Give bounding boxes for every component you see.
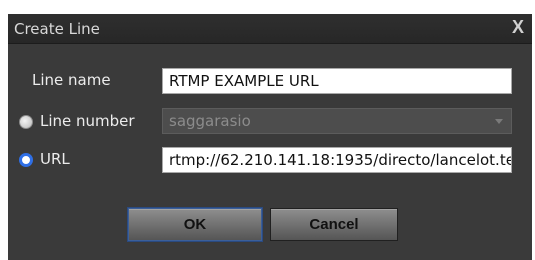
line-name-input[interactable]: RTMP EXAMPLE URL	[162, 68, 512, 94]
dialog-title: Create Line	[14, 20, 100, 38]
line-number-radio[interactable]	[19, 115, 33, 129]
dialog-titlebar[interactable]: Create Line X	[8, 14, 532, 44]
line-number-value: saggarasio	[169, 112, 251, 130]
line-name-label: Line name	[32, 71, 111, 89]
line-number-label: Line number	[40, 112, 135, 130]
line-number-dropdown: saggarasio	[162, 108, 512, 134]
create-line-dialog: Create Line X Line name RTMP EXAMPLE URL…	[8, 14, 532, 260]
url-radio[interactable]	[19, 153, 33, 167]
chevron-down-icon	[495, 119, 503, 124]
url-input[interactable]: rtmp://62.210.141.18:1935/directo/lancel…	[162, 147, 512, 173]
url-label: URL	[40, 150, 70, 168]
cancel-button[interactable]: Cancel	[270, 208, 398, 241]
close-icon[interactable]: X	[508, 16, 528, 38]
ok-button[interactable]: OK	[128, 208, 262, 241]
